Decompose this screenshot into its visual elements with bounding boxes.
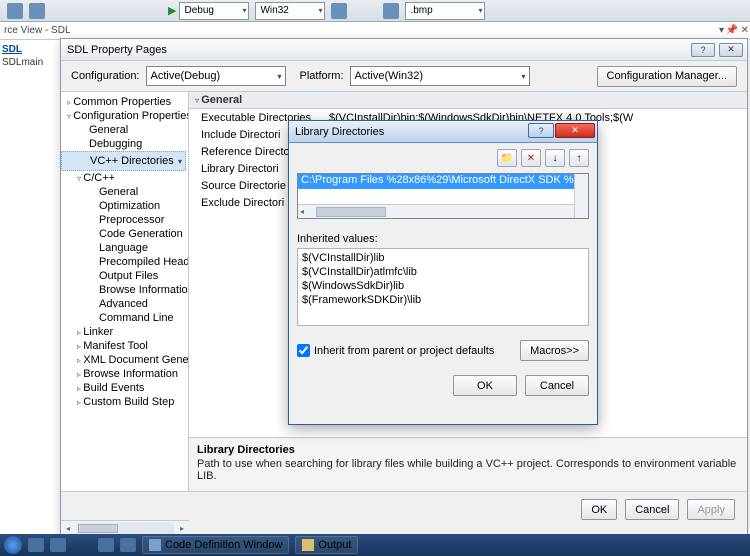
path-entry[interactable]: C:\Program Files %28x86%29\Microsoft Dir… bbox=[298, 174, 588, 189]
close-button[interactable]: ✕ bbox=[719, 43, 743, 57]
close-icon[interactable]: ✕ bbox=[741, 25, 749, 36]
property-tree: Common PropertiesConfiguration Propertie… bbox=[61, 92, 189, 491]
taskbar-icon[interactable] bbox=[98, 538, 114, 552]
run-icon[interactable]: ▶ bbox=[168, 4, 176, 17]
move-up-button[interactable]: ↑ bbox=[569, 149, 589, 167]
start-button[interactable] bbox=[4, 536, 22, 554]
tree-node[interactable]: General bbox=[61, 185, 188, 199]
tree-node[interactable]: Command Line bbox=[61, 311, 188, 325]
tree-node[interactable]: Configuration Properties bbox=[61, 109, 188, 123]
tree-node[interactable]: Language bbox=[61, 241, 188, 255]
taskbar: Code Definition Window Output bbox=[0, 534, 750, 556]
inherited-value: $(FrameworkSDKDir)\lib bbox=[302, 293, 584, 307]
tree-node[interactable]: Browse Information bbox=[61, 367, 188, 381]
popup-ok-button[interactable]: OK bbox=[453, 375, 517, 396]
pin-icon[interactable]: 📌 bbox=[726, 25, 738, 36]
panel-title: rce View - SDL bbox=[4, 25, 71, 36]
toolbar-icon[interactable] bbox=[7, 3, 23, 19]
help-button[interactable]: ? bbox=[691, 43, 715, 57]
tree-node[interactable]: C/C++ bbox=[61, 171, 188, 185]
move-down-button[interactable]: ↓ bbox=[545, 149, 565, 167]
popup-title: Library Directories bbox=[295, 126, 384, 138]
taskbar-item[interactable]: Output bbox=[295, 536, 358, 554]
tree-node[interactable]: Optimization bbox=[61, 199, 188, 213]
tree-scrollbar[interactable]: ◂▸ bbox=[61, 520, 189, 535]
cancel-button[interactable]: Cancel bbox=[625, 499, 679, 520]
tree-node[interactable]: Preprocessor bbox=[61, 213, 188, 227]
tree-node[interactable]: Output Files bbox=[61, 269, 188, 283]
v-scrollbar[interactable] bbox=[574, 174, 588, 218]
popup-help-button[interactable]: ? bbox=[528, 123, 554, 138]
inherit-label: Inherit from parent or project defaults bbox=[314, 345, 494, 357]
config-row: Configuration: Active(Debug) Platform: A… bbox=[61, 61, 747, 91]
dialog-titlebar: SDL Property Pages ? ✕ bbox=[61, 39, 747, 61]
config-manager-button[interactable]: Configuration Manager... bbox=[597, 66, 737, 87]
tree-node[interactable]: Build Events bbox=[61, 381, 188, 395]
tree-node[interactable]: Advanced bbox=[61, 297, 188, 311]
config-dropdown[interactable]: Debug bbox=[179, 2, 249, 20]
path-list[interactable]: C:\Program Files %28x86%29\Microsoft Dir… bbox=[297, 173, 589, 219]
tree-node[interactable]: Browse Informatio bbox=[61, 283, 188, 297]
toolbar-icon[interactable] bbox=[29, 3, 45, 19]
config-label: Configuration: bbox=[71, 70, 140, 82]
group-header[interactable]: General bbox=[189, 92, 747, 109]
delete-button[interactable]: ✕ bbox=[521, 149, 541, 167]
tree-node[interactable]: Custom Build Step bbox=[61, 395, 188, 409]
tree-node[interactable]: Code Generation bbox=[61, 227, 188, 241]
inherited-label: Inherited values: bbox=[297, 233, 589, 245]
inherited-value: $(VCInstallDir)lib bbox=[302, 251, 584, 265]
h-scrollbar[interactable]: ◂ bbox=[298, 204, 574, 218]
platform-dropdown[interactable]: Win32 bbox=[255, 2, 325, 20]
desc-title: Library Directories bbox=[197, 444, 739, 456]
toolbar-icon[interactable] bbox=[331, 3, 347, 19]
popup-cancel-button[interactable]: Cancel bbox=[525, 375, 589, 396]
tree-node[interactable]: VC++ Directories bbox=[61, 151, 186, 171]
platform-select[interactable]: Active(Win32) bbox=[350, 66, 530, 86]
new-folder-button[interactable]: 📁 bbox=[497, 149, 517, 167]
ext-dropdown[interactable]: .bmp bbox=[405, 2, 485, 20]
platform-label: Platform: bbox=[300, 70, 344, 82]
taskbar-item[interactable]: Code Definition Window bbox=[142, 536, 289, 554]
tree-node[interactable]: Precompiled Head bbox=[61, 255, 188, 269]
tree-node[interactable]: Linker bbox=[61, 325, 188, 339]
inherited-value: $(WindowsSdkDir)lib bbox=[302, 279, 584, 293]
tree-node[interactable]: Manifest Tool bbox=[61, 339, 188, 353]
description-panel: Library Directories Path to use when sea… bbox=[189, 437, 747, 491]
toolbar-icon[interactable] bbox=[383, 3, 399, 19]
side-item[interactable]: SDLmain bbox=[2, 57, 56, 68]
taskbar-icon[interactable] bbox=[28, 538, 44, 552]
inherited-value: $(VCInstallDir)atlmfc\lib bbox=[302, 265, 584, 279]
toolbar: ▶ Debug Win32 .bmp bbox=[0, 0, 750, 22]
tree-node[interactable]: Debugging bbox=[61, 137, 188, 151]
popup-toolbar: 📁 ✕ ↓ ↑ bbox=[297, 149, 589, 171]
desc-text: Path to use when searching for library f… bbox=[197, 458, 739, 482]
tree-node[interactable]: General bbox=[61, 123, 188, 137]
popup-close-button[interactable]: ✕ bbox=[555, 123, 595, 138]
side-panel: SDL SDLmain bbox=[2, 42, 56, 70]
dialog-title: SDL Property Pages bbox=[67, 44, 167, 56]
taskbar-icon[interactable] bbox=[50, 538, 66, 552]
tree-node[interactable]: XML Document Gene bbox=[61, 353, 188, 367]
library-directories-popup: Library Directories ? ✕ 📁 ✕ ↓ ↑ C:\Progr… bbox=[288, 120, 598, 425]
inherited-list: $(VCInstallDir)lib$(VCInstallDir)atlmfc\… bbox=[297, 248, 589, 326]
inherit-checkbox[interactable] bbox=[297, 344, 310, 357]
config-select[interactable]: Active(Debug) bbox=[146, 66, 286, 86]
side-link[interactable]: SDL bbox=[2, 44, 56, 55]
apply-button[interactable]: Apply bbox=[687, 499, 735, 520]
dropdown-icon[interactable]: ▾ bbox=[719, 25, 724, 36]
ok-button[interactable]: OK bbox=[581, 499, 617, 520]
popup-titlebar: Library Directories ? ✕ bbox=[289, 121, 597, 143]
macros-button[interactable]: Macros>> bbox=[520, 340, 589, 361]
tree-node[interactable]: Common Properties bbox=[61, 95, 188, 109]
taskbar-icon[interactable] bbox=[120, 538, 136, 552]
